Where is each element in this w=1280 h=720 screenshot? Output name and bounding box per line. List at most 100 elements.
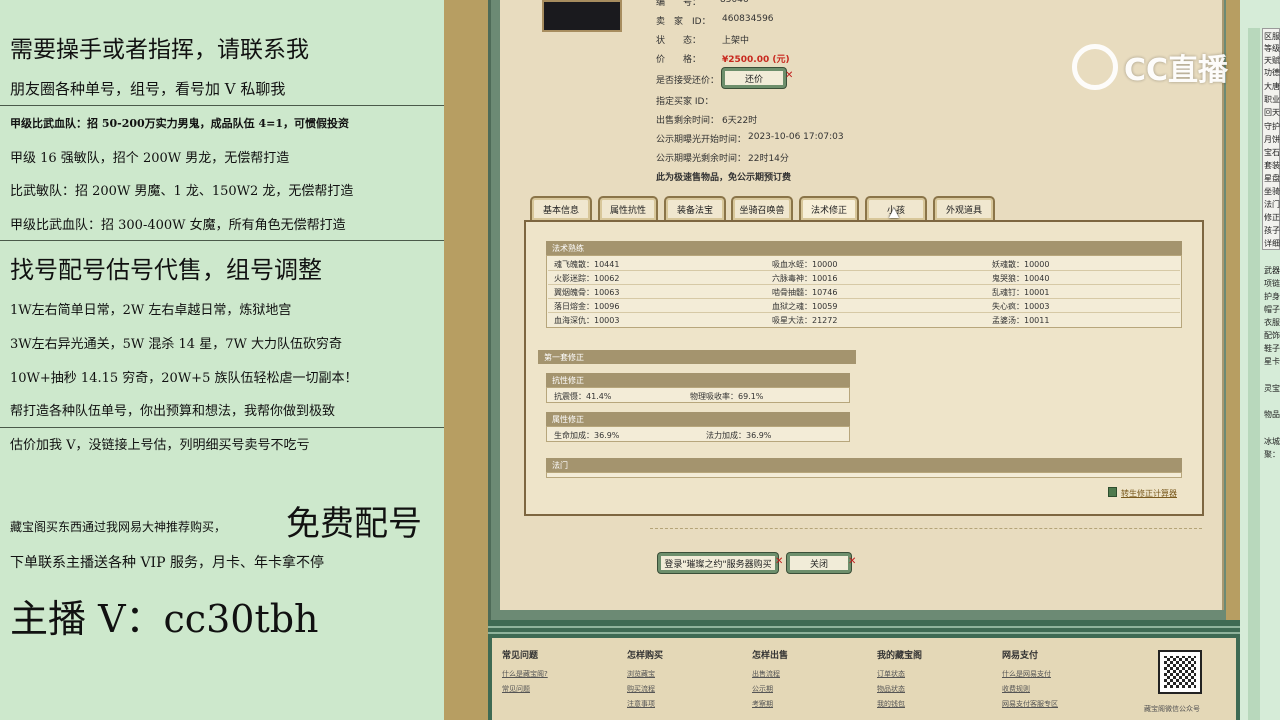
calculator-link[interactable]: 转生修正计算器 xyxy=(1121,488,1177,499)
footer-link[interactable]: 收费规则 xyxy=(1002,684,1030,694)
right-label: 区服 xyxy=(1264,32,1280,41)
footer-link[interactable]: 购买流程 xyxy=(627,684,655,694)
tab-attributes[interactable]: 属性抗性 xyxy=(598,196,658,220)
close-icon: ✕ xyxy=(775,556,784,567)
spell-cell: 落日熔金：10096 xyxy=(554,302,620,311)
spell-cell: 妖魂散：10000 xyxy=(992,260,1050,269)
right-label: 宝石 xyxy=(1264,148,1280,157)
footer-link[interactable]: 网易支付客服专区 xyxy=(1002,699,1058,709)
qr-caption: 藏宝阁微信公众号 xyxy=(1144,705,1200,713)
frame-left xyxy=(444,0,488,720)
right-label: 冰城 xyxy=(1264,437,1280,446)
overlay-line: 朋友圈各种单号，组号，看号加 V 私聊我 xyxy=(10,80,286,98)
footer-link[interactable]: 订单状态 xyxy=(877,669,905,679)
frame-right xyxy=(1226,0,1240,620)
overlay-line: 1W左右简单日常，2W 左右卓越日常，炼狱地宫 xyxy=(10,303,292,318)
close-button[interactable]: 关闭 xyxy=(787,553,851,573)
right-label: 大唐 xyxy=(1264,82,1280,91)
info-label: 编 号： xyxy=(656,0,702,8)
overlay-line: 帮打造各种队伍单号，你出预算和想法，我帮你做到极致 xyxy=(10,404,336,419)
right-label: 帽子 xyxy=(1264,305,1280,314)
right-label: 物品 xyxy=(1264,410,1280,419)
dashed-divider xyxy=(650,528,1202,529)
info-label: 卖 家 ID： xyxy=(656,17,711,27)
right-label: 孩子 xyxy=(1264,226,1280,235)
info-label: 状 态： xyxy=(656,36,702,46)
spell-cell: 失心疯：10003 xyxy=(992,302,1050,311)
tab-spell-correction[interactable]: 法术修正 xyxy=(799,196,859,220)
row-divider xyxy=(548,270,1180,271)
right-label: 回天 xyxy=(1264,108,1280,117)
spell-cell: 翼烟魄骨：10063 xyxy=(554,288,620,297)
overlay-line: 需要操手或者指挥，请联系我 xyxy=(10,37,309,63)
footer-ornament xyxy=(488,626,1240,634)
qr-pattern xyxy=(1164,656,1196,688)
footer-link[interactable]: 出售流程 xyxy=(752,669,780,679)
footer-link[interactable]: 什么是网易支付 xyxy=(1002,669,1051,679)
cc-logo-icon xyxy=(1072,44,1118,90)
footer-col-title: 怎样购买 xyxy=(627,651,664,661)
tab-equipment[interactable]: 装备法宝 xyxy=(664,196,726,220)
overlay-line: 比武敏队：招 200W 男魔、1 龙、150W2 龙，无偿帮打造 xyxy=(10,184,354,199)
footer-link[interactable]: 公示期 xyxy=(752,684,773,694)
footer-paper xyxy=(492,638,1236,720)
overlay-line: 估价加我 V，没链接上号估，列明细买号卖号不吃亏 xyxy=(10,438,310,453)
info-value: 85046 xyxy=(720,0,749,5)
row-divider xyxy=(548,312,1180,313)
right-label: 天赋 xyxy=(1264,56,1280,65)
footer-link[interactable]: 注意事项 xyxy=(627,699,655,709)
spell-cell: 魂飞魄散：10441 xyxy=(554,260,620,269)
info-label: 指定买家 ID： xyxy=(656,97,714,107)
wechat-qr-code xyxy=(1158,650,1202,694)
info-value: 2023-10-06 17:07:03 xyxy=(748,132,844,142)
overlay-contact: 主播 V：cc30tbh xyxy=(10,597,319,641)
footer-link[interactable]: 物品状态 xyxy=(877,684,905,694)
right-label: 衣服 xyxy=(1264,318,1280,327)
info-value: 22时14分 xyxy=(748,154,789,164)
overlay-line: 甲级比武血队：招 300-400W 女魔，所有角色无偿帮打造 xyxy=(10,218,346,233)
counter-offer-button[interactable]: 还价 xyxy=(722,68,786,88)
info-label: 出售剩余时间： xyxy=(656,116,720,126)
footer-link[interactable]: 常见问题 xyxy=(502,684,530,694)
spell-cell: 吸血水蛭：10000 xyxy=(772,260,838,269)
spell-cell: 鬼哭狼：10040 xyxy=(992,274,1050,283)
overlay-line: 下单联系主播送各种 VIP 服务，月卡、年卡拿不停 xyxy=(10,555,324,571)
footer-link[interactable]: 我的钱包 xyxy=(877,699,905,709)
seller-id: 460834596 xyxy=(722,14,774,24)
footer-col-title: 网易支付 xyxy=(1002,651,1039,661)
streamer-overlay: 需要操手或者指挥，请联系我 朋友圈各种单号，组号，看号加 V 私聊我 甲级比武血… xyxy=(0,0,444,720)
calculator-icon xyxy=(1108,487,1117,497)
info-label: 公示期曝光剩余时间： xyxy=(656,154,747,164)
footer-col-title: 常见问题 xyxy=(502,651,539,661)
footer-link[interactable]: 考察期 xyxy=(752,699,773,709)
info-value: 6天22时 xyxy=(722,116,758,126)
resist-cell: 物理吸收率：69.1% xyxy=(690,392,764,401)
footer-link[interactable]: 什么是藏宝阁? xyxy=(502,669,548,679)
tab-appearance[interactable]: 外观道具 xyxy=(933,196,995,220)
spell-cell: 啮骨抽髓：10746 xyxy=(772,288,838,297)
right-label: 项链 xyxy=(1264,279,1280,288)
right-label: 月饼 xyxy=(1264,135,1280,144)
overlay-headline: 免费配号 xyxy=(286,504,422,544)
buy-on-server-button[interactable]: 登录"璀璨之约"服务器购买 xyxy=(658,553,778,573)
status-value: 上架中 xyxy=(722,36,750,46)
spell-cell: 乱魂钉：10001 xyxy=(992,288,1050,297)
tab-basic-info[interactable]: 基本信息 xyxy=(530,196,592,220)
price-value: ¥2500.00 (元) xyxy=(722,55,790,65)
tab-mounts[interactable]: 坐骑召唤兽 xyxy=(731,196,793,220)
right-label: 修正 xyxy=(1264,213,1280,222)
attr-cell: 生命加成：36.9% xyxy=(554,431,620,440)
info-label: 公示期曝光开始时间： xyxy=(656,135,747,145)
section-header: 第一套修正 xyxy=(538,350,856,364)
overlay-line: 找号配号估号代售，组号调整 xyxy=(10,256,322,284)
right-label: 武器 xyxy=(1264,266,1280,275)
right-label: 星盘 xyxy=(1264,174,1280,183)
watermark-text: CC直播 xyxy=(1124,53,1229,88)
right-label: 等级 xyxy=(1264,44,1280,53)
footer-link[interactable]: 浏览藏宝 xyxy=(627,669,655,679)
resist-cell: 抗震慑：41.4% xyxy=(554,392,612,401)
right-label: 鞋子 xyxy=(1264,344,1280,353)
right-label: 护身 xyxy=(1264,292,1280,301)
right-label: 职业 xyxy=(1264,95,1280,104)
right-label: 详细 xyxy=(1264,239,1280,248)
